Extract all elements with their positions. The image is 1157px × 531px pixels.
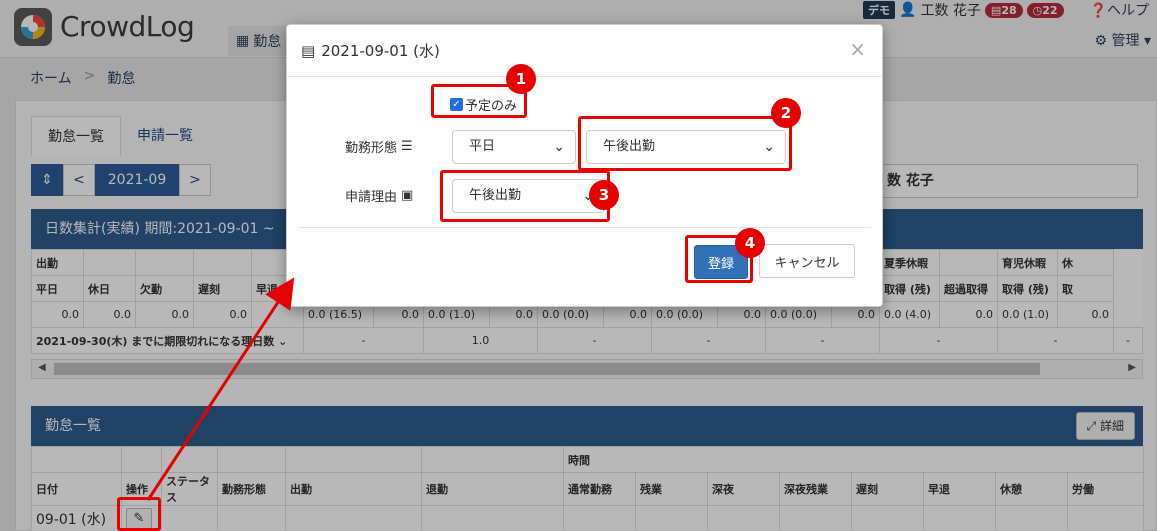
- callout-arrow: [146, 277, 295, 501]
